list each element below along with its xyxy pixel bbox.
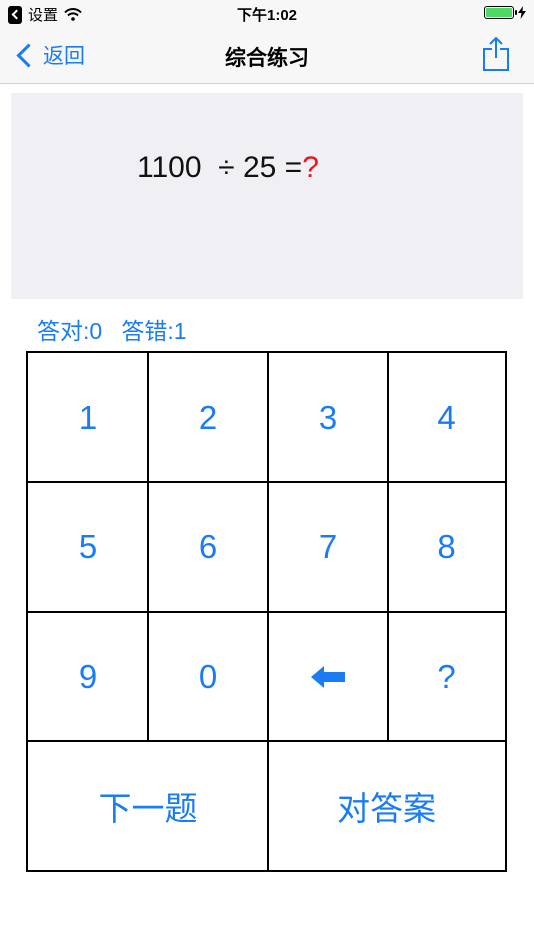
share-icon[interactable]	[482, 36, 510, 72]
key-2[interactable]: 2	[148, 353, 268, 482]
key-0[interactable]: 0	[148, 612, 268, 741]
correct-count: 答对:0	[37, 318, 103, 344]
key-question[interactable]: ?	[388, 612, 505, 741]
page-title: 综合练习	[225, 47, 309, 70]
wrong-count: 答错:1	[121, 318, 187, 344]
battery-icon	[484, 6, 517, 19]
key-6[interactable]: 6	[148, 482, 268, 611]
key-7[interactable]: 7	[268, 482, 388, 611]
key-5[interactable]: 5	[28, 482, 148, 611]
status-time: 下午1:02	[236, 7, 298, 24]
navigation-bar: 返回 综合练习	[0, 28, 534, 84]
key-9[interactable]: 9	[28, 612, 148, 741]
question-expression: 1100 ÷ 25 =?	[137, 151, 319, 185]
expression-text: 1100 ÷ 25 =	[137, 151, 303, 184]
question-panel: 1100 ÷ 25 =?	[11, 93, 523, 299]
status-bar: 设置 下午1:02	[0, 0, 534, 28]
check-answer-button[interactable]: 对答案	[268, 742, 505, 870]
next-question-button[interactable]: 下一题	[28, 742, 268, 870]
backspace-key[interactable]	[268, 612, 388, 741]
key-8[interactable]: 8	[388, 482, 505, 611]
status-right	[484, 6, 526, 19]
keypad: 1 2 3 4 5 6 7 8 9 0 ? 下一题 对答案	[26, 351, 507, 872]
key-4[interactable]: 4	[388, 353, 505, 482]
key-3[interactable]: 3	[268, 353, 388, 482]
charging-icon	[518, 6, 526, 19]
key-1[interactable]: 1	[28, 353, 148, 482]
left-arrow-icon	[311, 665, 345, 688]
unknown-mark: ?	[302, 151, 319, 184]
score-line: 答对:0 答错:1	[37, 312, 187, 346]
